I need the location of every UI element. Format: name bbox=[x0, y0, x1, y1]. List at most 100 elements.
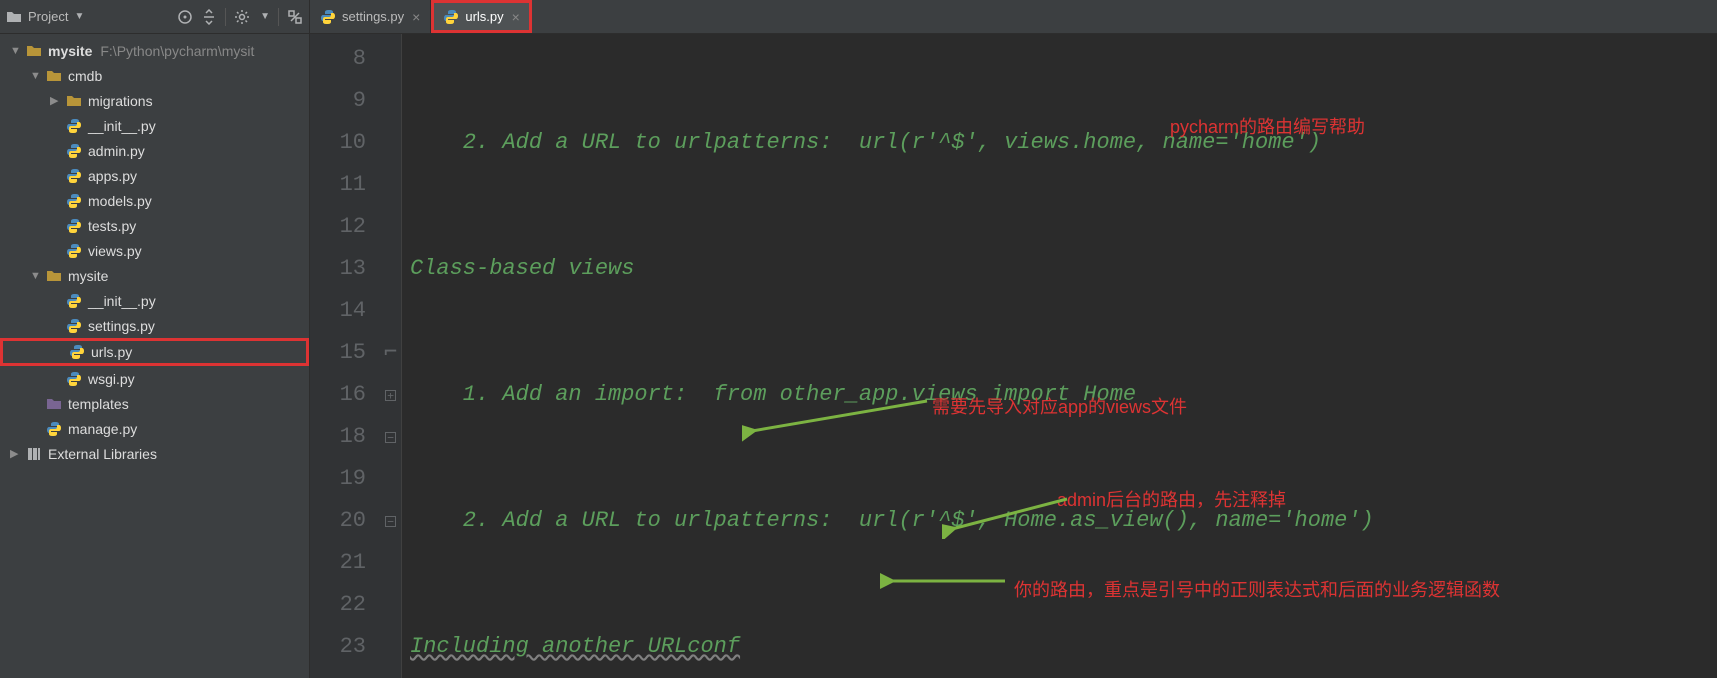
tree-file[interactable]: admin.py bbox=[0, 138, 309, 163]
line-number: 12 bbox=[314, 206, 366, 248]
python-file-icon bbox=[66, 218, 82, 234]
tree-root[interactable]: ▼ mysite F:\Python\pycharm\mysit bbox=[0, 38, 309, 63]
line-number: 9 bbox=[314, 80, 366, 122]
project-icon bbox=[6, 9, 22, 25]
tab-label: settings.py bbox=[342, 9, 404, 24]
tree-label: __init__.py bbox=[88, 293, 156, 309]
python-file-icon bbox=[66, 243, 82, 259]
line-number: 23 bbox=[314, 626, 366, 668]
fold-collapse-icon[interactable]: − bbox=[380, 416, 401, 458]
tree-file[interactable]: wsgi.py bbox=[0, 366, 309, 391]
tree-label: templates bbox=[68, 396, 129, 412]
gear-icon[interactable] bbox=[234, 9, 250, 25]
tree-file[interactable]: manage.py bbox=[0, 416, 309, 441]
tree-folder-cmdb[interactable]: ▼ cmdb bbox=[0, 63, 309, 88]
tree-label: admin.py bbox=[88, 143, 145, 159]
line-number: 22 bbox=[314, 584, 366, 626]
tree-file[interactable]: __init__.py bbox=[0, 113, 309, 138]
collapse-icon[interactable] bbox=[201, 9, 217, 25]
python-file-icon bbox=[443, 9, 459, 25]
chevron-down-icon[interactable]: ▼ bbox=[30, 70, 44, 82]
tree-file-urls[interactable]: urls.py bbox=[0, 338, 309, 366]
tree-file[interactable]: models.py bbox=[0, 188, 309, 213]
code-line: Class-based views bbox=[410, 248, 634, 290]
line-number: 10 bbox=[314, 122, 366, 164]
line-number: 19 bbox=[314, 458, 366, 500]
tree-path: F:\Python\pycharm\mysit bbox=[100, 43, 254, 59]
close-icon[interactable]: × bbox=[512, 9, 520, 25]
tab-label: urls.py bbox=[465, 9, 503, 24]
tree-file[interactable]: settings.py bbox=[0, 313, 309, 338]
fold-end-icon[interactable]: ⌐ bbox=[380, 332, 401, 374]
folder-icon bbox=[46, 268, 62, 284]
tree-label: wsgi.py bbox=[88, 371, 135, 387]
line-gutter: 8 9 10 11 12 13 14 15 16 18 19 20 21 22 … bbox=[310, 34, 380, 678]
chevron-down-icon[interactable]: ▼ bbox=[10, 45, 24, 57]
tree-folder-mysite[interactable]: ▼ mysite bbox=[0, 263, 309, 288]
close-icon[interactable]: × bbox=[412, 9, 420, 25]
tree-external-libraries[interactable]: ▶ External Libraries bbox=[0, 441, 309, 466]
line-number: 21 bbox=[314, 542, 366, 584]
editor-tabbar: settings.py × urls.py × bbox=[310, 0, 532, 33]
chevron-down-icon[interactable]: ▼ bbox=[74, 11, 84, 22]
fold-collapse-icon[interactable]: − bbox=[380, 500, 401, 542]
editor[interactable]: 8 9 10 11 12 13 14 15 16 18 19 20 21 22 … bbox=[310, 34, 1717, 678]
tree-label: views.py bbox=[88, 243, 142, 259]
tree-label: tests.py bbox=[88, 218, 136, 234]
tree-label: settings.py bbox=[88, 318, 155, 334]
tree-file[interactable]: __init__.py bbox=[0, 288, 309, 313]
python-file-icon bbox=[66, 168, 82, 184]
python-file-icon bbox=[66, 293, 82, 309]
line-number: 18 bbox=[314, 416, 366, 458]
code-line: 2. Add a URL to urlpatterns: url(r'^$', … bbox=[410, 122, 1321, 164]
project-panel-header[interactable]: Project ▼ ▼ bbox=[0, 0, 310, 33]
code-area[interactable]: 2. Add a URL to urlpatterns: url(r'^$', … bbox=[402, 34, 1717, 678]
folder-icon bbox=[46, 396, 62, 412]
separator bbox=[225, 8, 226, 26]
tree-label: urls.py bbox=[91, 344, 132, 360]
tree-file[interactable]: apps.py bbox=[0, 163, 309, 188]
fold-expand-icon[interactable]: + bbox=[380, 374, 401, 416]
hide-icon[interactable] bbox=[287, 9, 303, 25]
tree-folder-migrations[interactable]: ▶ migrations bbox=[0, 88, 309, 113]
tab-settings[interactable]: settings.py × bbox=[310, 0, 431, 33]
line-number: 15 bbox=[314, 332, 366, 374]
main-area: ▼ mysite F:\Python\pycharm\mysit ▼ cmdb … bbox=[0, 34, 1717, 678]
locate-icon[interactable] bbox=[177, 9, 193, 25]
chevron-down-icon[interactable]: ▼ bbox=[260, 11, 270, 22]
project-tree: ▼ mysite F:\Python\pycharm\mysit ▼ cmdb … bbox=[0, 38, 309, 466]
library-icon bbox=[26, 446, 42, 462]
line-number: 11 bbox=[314, 164, 366, 206]
tree-label: manage.py bbox=[68, 421, 137, 437]
tree-label: External Libraries bbox=[48, 446, 157, 462]
code-line: 2. Add a URL to urlpatterns: url(r'^$', … bbox=[410, 500, 1374, 542]
chevron-down-icon[interactable]: ▼ bbox=[30, 270, 44, 282]
python-file-icon bbox=[66, 193, 82, 209]
line-number: 20 bbox=[314, 500, 366, 542]
separator bbox=[278, 8, 279, 26]
line-number: 16 bbox=[314, 374, 366, 416]
chevron-right-icon[interactable]: ▶ bbox=[10, 447, 24, 460]
folder-icon bbox=[26, 43, 42, 59]
folder-icon bbox=[66, 93, 82, 109]
python-file-icon bbox=[46, 421, 62, 437]
chevron-right-icon[interactable]: ▶ bbox=[50, 94, 64, 107]
code-line: Including another URLconf bbox=[410, 626, 740, 668]
tab-urls[interactable]: urls.py × bbox=[431, 0, 531, 33]
python-file-icon bbox=[66, 118, 82, 134]
folder-icon bbox=[46, 68, 62, 84]
fold-gutter: ⌐ + − − bbox=[380, 34, 402, 678]
tree-label: models.py bbox=[88, 193, 152, 209]
tree-label: apps.py bbox=[88, 168, 137, 184]
project-sidebar[interactable]: ▼ mysite F:\Python\pycharm\mysit ▼ cmdb … bbox=[0, 34, 310, 678]
tree-label: migrations bbox=[88, 93, 153, 109]
tree-file[interactable]: tests.py bbox=[0, 213, 309, 238]
project-toolbar: ▼ bbox=[177, 8, 303, 26]
tree-label: __init__.py bbox=[88, 118, 156, 134]
python-file-icon bbox=[69, 344, 85, 360]
project-label: Project bbox=[28, 9, 68, 24]
tree-file[interactable]: views.py bbox=[0, 238, 309, 263]
tree-folder-templates[interactable]: templates bbox=[0, 391, 309, 416]
tree-label: cmdb bbox=[68, 68, 102, 84]
line-number: 13 bbox=[314, 248, 366, 290]
